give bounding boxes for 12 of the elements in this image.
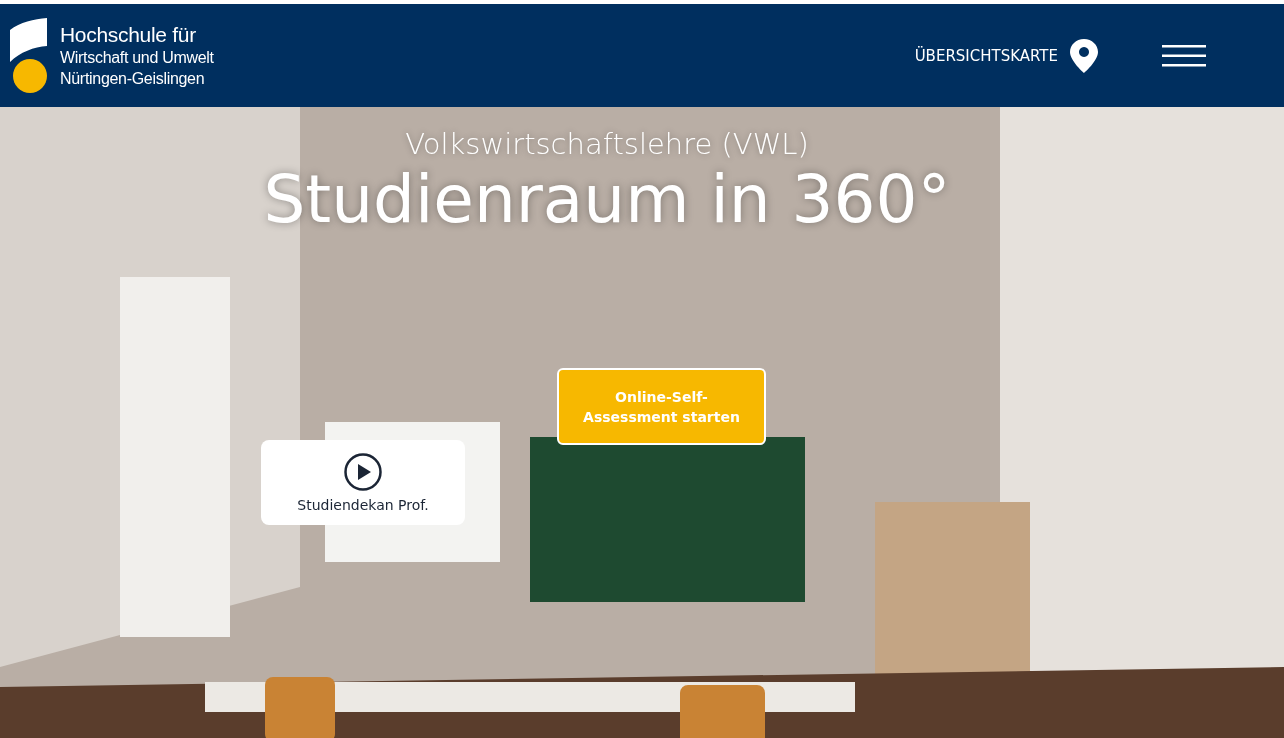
video-label: Studiendekan Prof. bbox=[297, 496, 429, 513]
location-pin-icon[interactable] bbox=[1070, 38, 1098, 73]
menu-icon[interactable] bbox=[1162, 44, 1206, 67]
logo-text: Hochschule für bbox=[60, 22, 197, 47]
play-icon[interactable] bbox=[344, 452, 382, 491]
logo-text: Nürtingen-Geislingen bbox=[60, 68, 206, 89]
logo-icon[interactable] bbox=[10, 17, 50, 94]
map-link[interactable]: ÜBERSICHTSKARTE bbox=[914, 46, 1058, 65]
page-subtitle: Volkswirtschaftslehre (VWL) bbox=[405, 127, 809, 161]
video-card[interactable]: Studiendekan Prof. bbox=[261, 440, 465, 525]
logo-text: Wirtschaft und Umwelt bbox=[60, 47, 214, 68]
page-title: Studienraum in 360° bbox=[263, 161, 951, 238]
